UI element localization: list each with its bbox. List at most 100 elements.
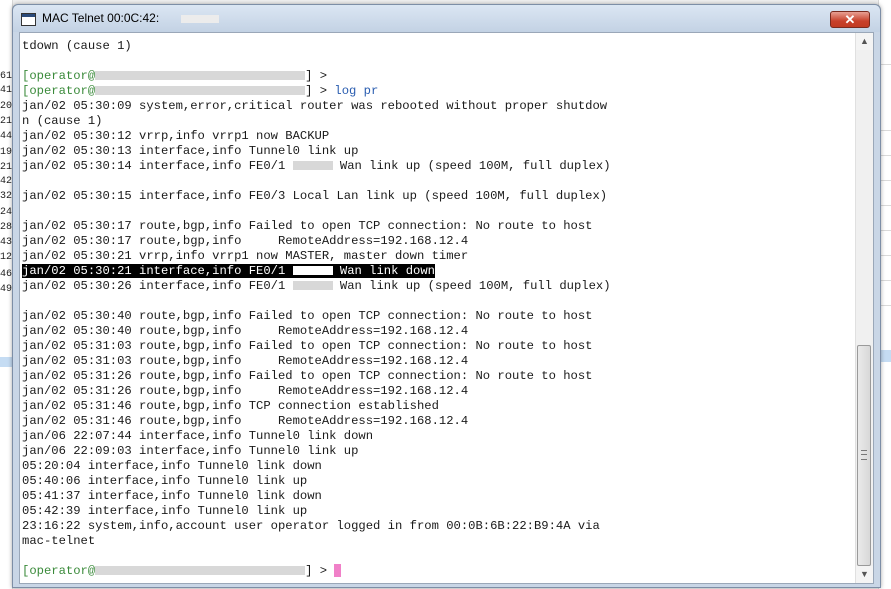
redacted-interface-name: [292, 266, 333, 276]
background-row-number: 19: [0, 147, 12, 158]
terminal-line: [operator@ ] >: [22, 564, 342, 579]
selected-log-line: jan/02 05:30:21 interface,info FE0/1 Wan…: [22, 264, 436, 278]
log-text: n (cause 1): [22, 114, 103, 128]
log-text: jan/02 05:30:14 interface,info FE0/1: [22, 159, 293, 173]
terminal-line: jan/02 05:30:40 route,bgp,info Failed to…: [22, 309, 592, 324]
background-row-number: 21: [0, 116, 12, 127]
scroll-up-icon[interactable]: ▲: [856, 33, 873, 50]
log-text: 23:16:22 system,info,account user operat…: [22, 519, 600, 533]
log-text: tdown (cause 1): [22, 39, 132, 53]
terminal-line: jan/02 05:30:21 vrrp,info vrrp1 now MAST…: [22, 249, 468, 264]
grip-icon: [861, 450, 867, 460]
terminal-line: jan/02 05:30:21 interface,info FE0/1 Wan…: [22, 264, 436, 279]
window-title: MAC Telnet 00:0C:42:: [42, 11, 160, 25]
prompt-user: [operator@: [22, 84, 96, 98]
log-text: 05:42:39 interface,info Tunnel0 link up: [22, 504, 308, 518]
background-row-number: 28: [0, 222, 12, 233]
log-text: jan/02 05:30:40 route,bgp,info Failed to…: [22, 309, 593, 323]
terminal-line: jan/02 05:30:13 interface,info Tunnel0 l…: [22, 144, 358, 159]
terminal-line: jan/02 05:31:26 route,bgp,info Failed to…: [22, 369, 592, 384]
log-text: jan/02 05:31:26 route,bgp,info Failed to…: [22, 369, 593, 383]
terminal-line: jan/02 05:31:03 route,bgp,info RemoteAdd…: [22, 354, 468, 369]
log-text: jan/02 05:30:40 route,bgp,info RemoteAdd…: [22, 324, 469, 338]
log-text: jan/02 05:31:03 route,bgp,info RemoteAdd…: [22, 354, 469, 368]
terminal-line: jan/02 05:31:46 route,bgp,info TCP conne…: [22, 399, 439, 414]
terminal-line: 23:16:22 system,info,account user operat…: [22, 519, 600, 534]
close-button[interactable]: ✕: [830, 11, 870, 28]
redacted-identity: [95, 86, 306, 96]
log-line: jan/02 05:30:26 interface,info FE0/1 Wan…: [22, 279, 611, 293]
background-row-number: 61: [0, 71, 12, 82]
log-text: Wan link down: [332, 264, 436, 278]
terminal-window-icon: [21, 13, 36, 26]
log-text: jan/02 05:30:17 route,bgp,info Failed to…: [22, 219, 593, 233]
terminal-line: n (cause 1): [22, 114, 102, 129]
background-row-number: 20: [0, 101, 12, 112]
prompt-suffix: ] >: [305, 564, 335, 578]
log-text: jan/02 05:31:46 route,bgp,info TCP conne…: [22, 399, 439, 413]
log-text: jan/02 05:31:03 route,bgp,info Failed to…: [22, 339, 593, 353]
text-cursor: [334, 564, 342, 578]
log-text: jan/02 05:30:13 interface,info Tunnel0 l…: [22, 144, 359, 158]
title-redaction: [181, 15, 219, 23]
redacted-identity: [95, 566, 306, 576]
terminal-line: jan/06 22:07:44 interface,info Tunnel0 l…: [22, 429, 373, 444]
terminal-line: mac-telnet: [22, 534, 95, 549]
title-bar[interactable]: MAC Telnet 00:0C:42: ✕: [13, 5, 880, 32]
background-row-number: 44: [0, 131, 12, 142]
prompt-suffix: ] >: [305, 69, 328, 83]
typed-command: log pr: [334, 84, 379, 98]
background-row-number: 24: [0, 207, 12, 218]
background-row-number: 49: [0, 284, 12, 295]
log-text: jan/02 05:31:26 route,bgp,info RemoteAdd…: [22, 384, 469, 398]
log-text: jan/02 05:30:17 route,bgp,info RemoteAdd…: [22, 234, 469, 248]
log-text: jan/02 05:30:26 interface,info FE0/1: [22, 279, 293, 293]
background-selected-row: [0, 357, 12, 367]
log-text: jan/02 05:30:15 interface,info FE0/3 Loc…: [22, 189, 608, 203]
log-text: mac-telnet: [22, 534, 96, 548]
log-text: jan/02 05:30:21 interface,info FE0/1: [22, 264, 293, 278]
terminal-line: jan/02 05:30:40 route,bgp,info RemoteAdd…: [22, 324, 468, 339]
terminal-line: 05:42:39 interface,info Tunnel0 link up: [22, 504, 307, 519]
terminal-line: jan/02 05:30:26 interface,info FE0/1 Wan…: [22, 279, 611, 294]
scrollbar-thumb[interactable]: [857, 345, 871, 566]
terminal-line: [operator@ ] > log pr: [22, 84, 378, 99]
log-text: 05:40:06 interface,info Tunnel0 link up: [22, 474, 308, 488]
prompt-suffix: ] >: [305, 84, 335, 98]
terminal-output[interactable]: tdown (cause 1) [operator@ ] > [operator@ ] …: [20, 33, 856, 583]
redacted-identity: [95, 71, 306, 81]
log-text: jan/02 05:30:21 vrrp,info vrrp1 now MAST…: [22, 249, 469, 263]
background-row-number: 42: [0, 176, 12, 187]
scroll-down-icon[interactable]: ▼: [856, 566, 873, 583]
terminal-line: jan/06 22:09:03 interface,info Tunnel0 l…: [22, 444, 358, 459]
background-row-number: 46: [0, 269, 12, 280]
log-text: jan/06 22:07:44 interface,info Tunnel0 l…: [22, 429, 374, 443]
terminal-line: 05:41:37 interface,info Tunnel0 link dow…: [22, 489, 322, 504]
prompt-user: [operator@: [22, 69, 96, 83]
terminal-line: jan/02 05:30:17 route,bgp,info RemoteAdd…: [22, 234, 468, 249]
terminal-line: 05:40:06 interface,info Tunnel0 link up: [22, 474, 307, 489]
log-text: Wan link up (speed 100M, full duplex): [332, 159, 611, 173]
log-text: jan/02 05:31:46 route,bgp,info RemoteAdd…: [22, 414, 469, 428]
terminal-client-area: tdown (cause 1) [operator@ ] > [operator@ ] …: [19, 32, 874, 584]
terminal-line: jan/02 05:31:03 route,bgp,info Failed to…: [22, 339, 592, 354]
terminal-line: [operator@ ] >: [22, 69, 327, 84]
terminal-line: jan/02 05:30:12 vrrp,info vrrp1 now BACK…: [22, 129, 329, 144]
background-row-number: 32: [0, 191, 12, 202]
log-text: jan/06 22:09:03 interface,info Tunnel0 l…: [22, 444, 359, 458]
terminal-line: jan/02 05:30:09 system,error,critical ro…: [22, 99, 607, 114]
log-text: 05:41:37 interface,info Tunnel0 link dow…: [22, 489, 322, 503]
terminal-line: jan/02 05:30:15 interface,info FE0/3 Loc…: [22, 189, 607, 204]
vertical-scrollbar[interactable]: ▲ ▼: [855, 33, 873, 583]
background-row-number: 43: [0, 237, 12, 248]
background-row-number: 21: [0, 162, 12, 173]
background-row-number: 41: [0, 85, 12, 96]
log-line: jan/02 05:30:14 interface,info FE0/1 Wan…: [22, 159, 611, 173]
redacted-interface-name: [292, 161, 333, 171]
terminal-line: tdown (cause 1): [22, 39, 132, 54]
terminal-line: jan/02 05:30:14 interface,info FE0/1 Wan…: [22, 159, 611, 174]
terminal-line: jan/02 05:31:46 route,bgp,info RemoteAdd…: [22, 414, 468, 429]
log-text: jan/02 05:30:09 system,error,critical ro…: [22, 99, 608, 113]
prompt-user: [operator@: [22, 564, 96, 578]
mac-telnet-window: MAC Telnet 00:0C:42: ✕ tdown (cause 1) [o…: [12, 4, 881, 588]
